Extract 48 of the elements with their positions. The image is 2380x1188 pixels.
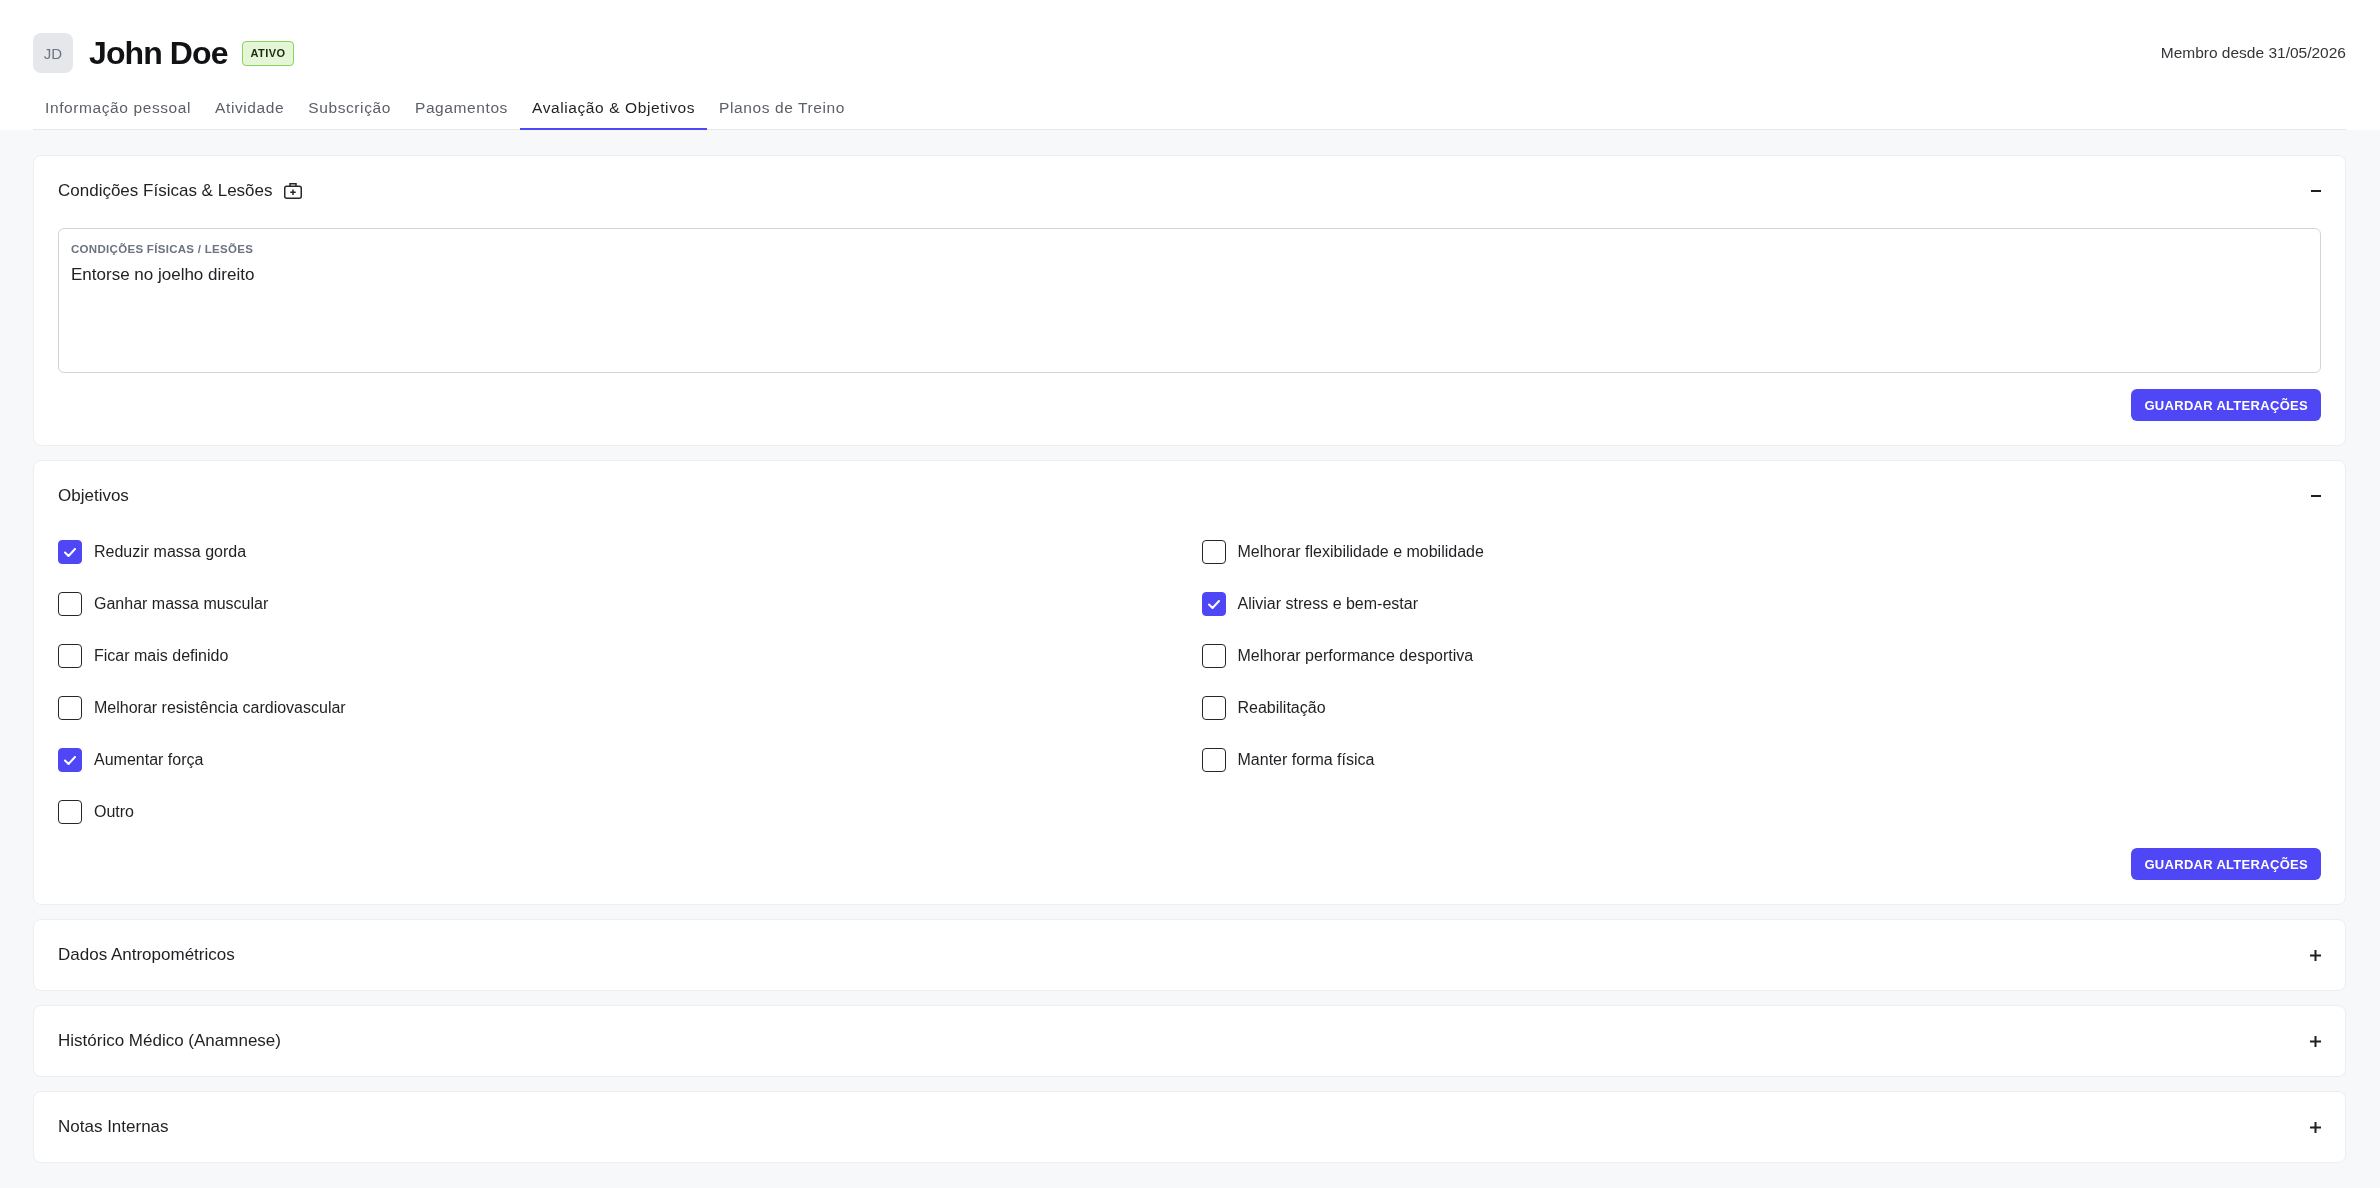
section-title: Notas Internas	[58, 1117, 169, 1137]
check-icon	[1207, 599, 1220, 609]
checkbox[interactable]	[1201, 644, 1226, 668]
option-label: Manter forma física	[1237, 751, 1375, 769]
avatar-initials: JD	[33, 33, 73, 73]
section-title: Objetivos	[58, 486, 129, 506]
checkbox[interactable]	[1201, 540, 1226, 564]
checkbox[interactable]	[58, 800, 82, 824]
check-icon	[64, 547, 76, 557]
checkbox[interactable]	[58, 592, 82, 616]
checkbox[interactable]	[58, 644, 82, 668]
save-button[interactable]: GUARDAR ALTERAÇÕES	[2131, 389, 2321, 421]
tab[interactable]: Planos de Treino	[707, 87, 857, 130]
tab[interactable]: Subscrição	[296, 87, 403, 130]
field-value: Entorse no joelho direito	[71, 265, 255, 285]
member-name: John Doe	[89, 34, 228, 73]
plus-icon[interactable]	[2310, 1121, 2321, 1133]
option-label: Reabilitação	[1237, 699, 1326, 717]
tab[interactable]: Atividade	[203, 87, 297, 130]
textarea-field[interactable]: CONDIÇÕES FÍSICAS / LESÕES Entorse no joelho direito	[58, 228, 2321, 373]
checkbox[interactable]	[1201, 748, 1226, 772]
option-label: Ganhar massa muscular	[94, 595, 269, 613]
option-label: Aumentar força	[94, 751, 204, 769]
tab[interactable]: Pagamentos	[402, 87, 520, 130]
checkbox[interactable]	[1201, 696, 1226, 720]
section-title: Histórico Médico (Anamnese)	[58, 1031, 281, 1051]
section-title: Dados Antropométricos	[58, 945, 235, 965]
option-label: Outro	[94, 803, 134, 821]
tab[interactable]: Informação pessoal	[33, 87, 204, 130]
checkbox[interactable]	[58, 540, 82, 564]
option-label: Melhorar performance desportiva	[1237, 647, 1474, 665]
option-label: Ficar mais definido	[94, 647, 229, 665]
checkbox[interactable]	[58, 696, 82, 720]
check-icon	[64, 755, 76, 765]
option-label: Reduzir massa gorda	[94, 543, 247, 561]
member-since-text: Membro desde 31/05/2026	[2160, 44, 2346, 62]
field-label: CONDIÇÕES FÍSICAS / LESÕES	[71, 243, 254, 255]
save-button[interactable]: GUARDAR ALTERAÇÕES	[2131, 848, 2321, 880]
section-title: Condições Físicas & Lesões	[58, 181, 273, 201]
checkbox[interactable]	[1201, 592, 1226, 616]
option-label: Melhorar resistência cardiovascular	[94, 699, 346, 717]
plus-icon[interactable]	[2310, 1035, 2321, 1047]
plus-icon[interactable]	[2310, 949, 2321, 961]
checkbox[interactable]	[58, 748, 82, 772]
tab[interactable]: Avaliação & Objetivos	[519, 87, 708, 130]
status-badge: ATIVO	[241, 40, 295, 66]
option-label: Melhorar flexibilidade e mobilidade	[1237, 543, 1484, 561]
option-label: Aliviar stress e bem-estar	[1237, 595, 1418, 613]
